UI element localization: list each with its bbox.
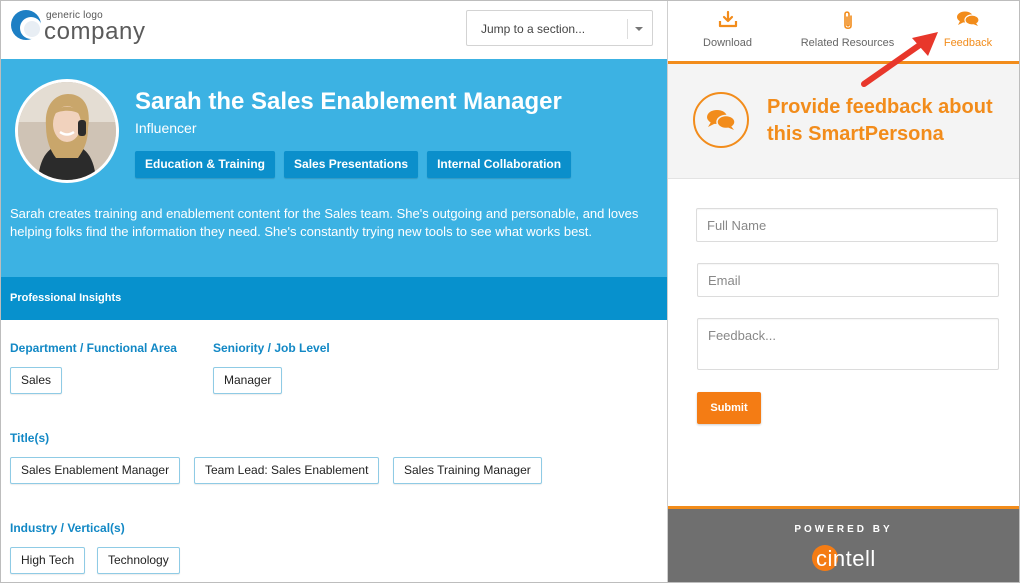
tag-education-training[interactable]: Education & Training (135, 151, 276, 178)
cintell-logo[interactable]: cintell (812, 543, 882, 573)
persona-name: Sarah the Sales Enablement Manager (135, 88, 562, 115)
full-name-field[interactable]: Full Name (696, 208, 998, 242)
company-logo[interactable]: generic logo company (10, 8, 150, 48)
cintell-wordmark-ci: ci (816, 546, 833, 571)
full-name-placeholder: Full Name (707, 218, 767, 233)
titles-label: Title(s) (10, 431, 50, 445)
section-title: Professional Insights (10, 292, 122, 304)
feedback-badge (693, 92, 749, 148)
title-chip-sales-enablement-manager: Sales Enablement Manager (10, 457, 181, 484)
tab-download[interactable]: Download (680, 1, 775, 61)
logo-mark-icon (11, 10, 42, 40)
submit-button[interactable]: Submit (697, 392, 761, 424)
industry-chip-high-tech: High Tech (10, 547, 86, 574)
jump-select-value: Jump to a section... (481, 22, 586, 36)
seniority-label: Seniority / Job Level (213, 341, 330, 355)
section-header-professional-insights: Professional Insights (1, 277, 667, 320)
title-chip-sales-training-manager: Sales Training Manager (393, 457, 542, 484)
email-placeholder: Email (708, 273, 741, 288)
tag-sales-presentations[interactable]: Sales Presentations (284, 151, 419, 178)
persona-description: Sarah creates training and enablement co… (10, 206, 639, 239)
avatar (15, 79, 119, 183)
logo-wordmark: company (44, 18, 146, 45)
paperclip-icon (843, 11, 852, 30)
persona-role: Influencer (135, 120, 197, 136)
feedback-placeholder: Feedback... (708, 328, 776, 343)
top-bar: generic logo company Jump to a section..… (1, 1, 667, 59)
jump-to-section-select[interactable]: Jump to a section... (466, 10, 653, 46)
feedback-textarea[interactable]: Feedback... (697, 318, 999, 370)
tag-internal-collaboration[interactable]: Internal Collaboration (427, 151, 572, 178)
feedback-header: Provide feedback about this SmartPersona (668, 64, 1019, 179)
powered-by-footer: POWERED BY cintell (668, 506, 1019, 582)
title-chip-team-lead: Team Lead: Sales Enablement (194, 457, 380, 484)
sidebar-tabs: Download Related Resources Feedback (668, 1, 1019, 61)
powered-by-text: POWERED BY (794, 524, 893, 535)
seniority-chip-manager: Manager (213, 367, 283, 394)
persona-tags: Education & Training Sales Presentations… (135, 151, 572, 178)
select-divider (627, 19, 628, 39)
persona-pane: generic logo company Jump to a section..… (1, 1, 667, 582)
industry-label: Industry / Vertical(s) (10, 521, 125, 535)
industry-chip-technology: Technology (97, 547, 180, 574)
sidebar-pane: Download Related Resources Feedback Prov… (668, 1, 1019, 582)
download-icon (718, 10, 737, 28)
cintell-wordmark: cintell (816, 546, 876, 572)
chat-bubbles-icon (957, 11, 980, 26)
persona-hero: Sarah the Sales Enablement Manager Influ… (1, 59, 667, 277)
cintell-wordmark-rest: ntell (832, 546, 876, 571)
feedback-title: Provide feedback about this SmartPersona (767, 96, 993, 145)
chevron-down-icon (635, 27, 643, 31)
department-chip-sales: Sales (10, 367, 63, 394)
tab-download-label: Download (703, 37, 752, 49)
chat-bubbles-icon (707, 110, 736, 130)
department-label: Department / Functional Area (10, 341, 177, 355)
email-field[interactable]: Email (697, 263, 999, 297)
annotation-arrow-icon (861, 32, 938, 87)
avatar-photo (18, 82, 116, 180)
